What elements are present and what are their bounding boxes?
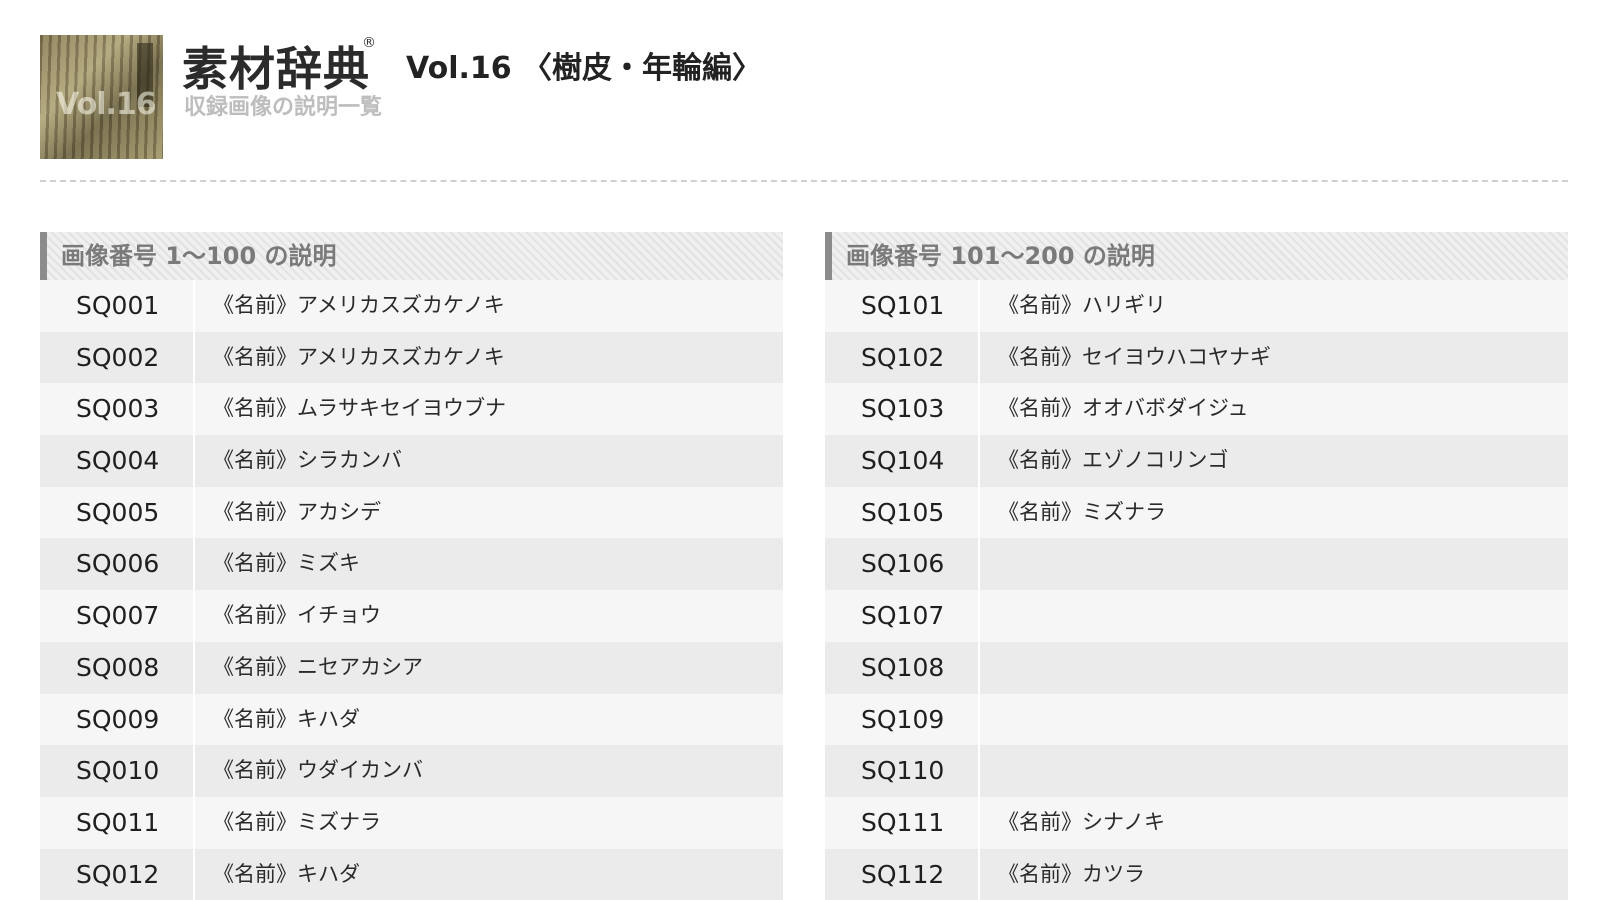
image-code: SQ005 [40, 486, 195, 539]
image-description: 《名前》イチョウ [213, 603, 381, 628]
table-row: SQ109 [825, 693, 1568, 746]
table-row: SQ108 [825, 641, 1568, 694]
image-code: SQ103 [825, 383, 980, 436]
image-description: 《名前》ミズキ [213, 551, 360, 576]
panel-title: 画像番号 1〜100 の説明 [40, 232, 783, 280]
image-code: SQ006 [40, 538, 195, 591]
cover-volume-text: Vol.16 [56, 87, 157, 122]
table-row: SQ012 《名前》キハダ [40, 848, 783, 900]
image-description: 《名前》ムラサキセイヨウブナ [213, 396, 506, 421]
image-description: 《名前》エゾノコリンゴ [998, 448, 1229, 473]
image-code: SQ008 [40, 641, 195, 694]
table-row: SQ006 《名前》ミズキ [40, 538, 783, 591]
cover-thumbnail: Vol.16 [40, 35, 163, 159]
image-code: SQ002 [40, 331, 195, 384]
image-code: SQ010 [40, 745, 195, 797]
page-subtitle: 収録画像の説明一覧 [184, 95, 383, 120]
image-description: 《名前》ウダイカンバ [213, 758, 423, 783]
image-code: SQ011 [40, 796, 195, 849]
image-code: SQ102 [825, 331, 980, 384]
image-description: 《名前》シラカンバ [213, 448, 402, 473]
panel-title: 画像番号 101〜200 の説明 [825, 232, 1568, 280]
image-description: 《名前》アメリカスズカケノキ [213, 293, 505, 317]
image-description [980, 590, 1568, 642]
image-code: SQ009 [40, 693, 195, 746]
table-row: SQ005 《名前》アカシデ [40, 486, 783, 539]
volume-title: Vol.16 〈樹皮・年輪編〉 [406, 51, 763, 86]
image-description [980, 694, 1568, 746]
image-code: SQ007 [40, 590, 195, 642]
image-code: SQ105 [825, 486, 980, 539]
image-code: SQ104 [825, 435, 980, 487]
registered-mark: ® [362, 35, 376, 51]
table-row: SQ101 《名前》ハリギリ [825, 280, 1568, 332]
image-code: SQ111 [825, 796, 980, 849]
image-description: 《名前》シナノキ [998, 809, 1165, 834]
image-description: 《名前》キハダ [213, 706, 360, 731]
image-description: 《名前》ハリギリ [998, 293, 1166, 317]
image-description: 《名前》キハダ [213, 861, 360, 886]
panel-1-100: 画像番号 1〜100 の説明 SQ001 《名前》アメリカスズカケノキ SQ002… [40, 232, 783, 900]
image-code: SQ012 [40, 848, 195, 900]
image-code: SQ101 [825, 280, 980, 332]
table-row: SQ011 《名前》ミズナラ [40, 796, 783, 849]
image-description [980, 538, 1568, 590]
table-row: SQ003 《名前》ムラサキセイヨウブナ [40, 383, 783, 436]
table-body: SQ101 《名前》ハリギリ SQ102 《名前》セイヨウハコヤナギ SQ103 《名… [825, 280, 1568, 900]
image-description: 《名前》オオバボダイジュ [998, 396, 1249, 421]
table-row: SQ102 《名前》セイヨウハコヤナギ [825, 331, 1568, 384]
table-row: SQ103 《名前》オオバボダイジュ [825, 383, 1568, 436]
table-row: SQ002 《名前》アメリカスズカケノキ [40, 331, 783, 384]
table-body: SQ001 《名前》アメリカスズカケノキ SQ002 《名前》アメリカスズカケノキ … [40, 280, 783, 900]
table-row: SQ009 《名前》キハダ [40, 693, 783, 746]
table-row: SQ112 《名前》カツラ [825, 848, 1568, 900]
image-code: SQ001 [40, 280, 195, 332]
page-header: Vol.16 素材辞典 ® Vol.16 〈樹皮・年輪編〉 収録画像の説明一覧 [40, 35, 1568, 159]
table-row: SQ010 《名前》ウダイカンバ [40, 745, 783, 797]
table-row: SQ111 《名前》シナノキ [825, 796, 1568, 849]
header-divider [40, 180, 1568, 182]
panel-101-200: 画像番号 101〜200 の説明 SQ101 《名前》ハリギリ SQ102 《名前》… [825, 232, 1568, 900]
image-code: SQ109 [825, 693, 980, 746]
image-description [980, 642, 1568, 694]
image-description: 《名前》アメリカスズカケノキ [213, 344, 505, 369]
table-row: SQ008 《名前》ニセアカシア [40, 641, 783, 694]
image-code: SQ110 [825, 745, 980, 797]
image-description: 《名前》ミズナラ [998, 499, 1166, 524]
table-row: SQ106 [825, 538, 1568, 591]
image-code: SQ112 [825, 848, 980, 900]
image-description: 《名前》ニセアカシア [213, 654, 423, 679]
table-row: SQ104 《名前》エゾノコリンゴ [825, 435, 1568, 487]
table-row: SQ001 《名前》アメリカスズカケノキ [40, 280, 783, 332]
image-description: 《名前》セイヨウハコヤナギ [998, 344, 1271, 369]
table-row: SQ007 《名前》イチョウ [40, 590, 783, 642]
image-description: 《名前》カツラ [998, 861, 1145, 886]
image-code: SQ107 [825, 590, 980, 642]
image-description [980, 745, 1568, 797]
table-row: SQ107 [825, 590, 1568, 642]
image-code: SQ106 [825, 538, 980, 591]
image-code: SQ004 [40, 435, 195, 487]
table-row: SQ110 [825, 745, 1568, 797]
image-code: SQ003 [40, 383, 195, 436]
table-row: SQ004 《名前》シラカンバ [40, 435, 783, 487]
image-code: SQ108 [825, 641, 980, 694]
image-description: 《名前》ミズナラ [213, 809, 381, 834]
table-row: SQ105 《名前》ミズナラ [825, 486, 1568, 539]
image-description: 《名前》アカシデ [213, 499, 381, 524]
